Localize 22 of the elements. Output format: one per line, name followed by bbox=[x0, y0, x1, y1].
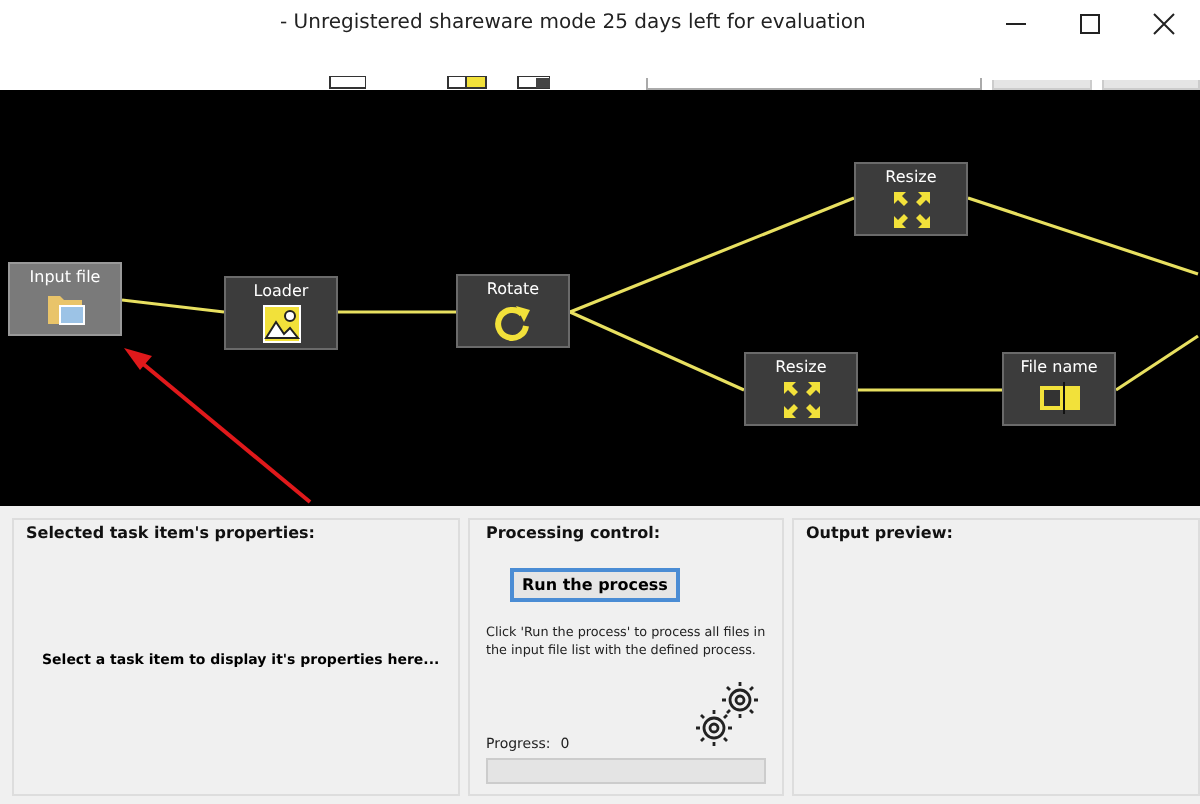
task-node[interactable]: Rotate bbox=[456, 274, 570, 348]
task-node[interactable]: Loader bbox=[224, 276, 338, 350]
panel-title: Selected task item's properties: bbox=[24, 522, 317, 546]
image-icon bbox=[261, 304, 301, 344]
input-field[interactable] bbox=[645, 78, 983, 90]
maximize-icon[interactable] bbox=[1078, 11, 1102, 35]
task-node[interactable]: Resize bbox=[854, 162, 968, 236]
panel-title: Processing control: bbox=[486, 522, 663, 546]
expand-arrows-icon bbox=[781, 380, 821, 420]
toolbar-icon[interactable] bbox=[445, 76, 488, 90]
task-node[interactable]: Resize bbox=[744, 352, 858, 426]
folder-image-icon bbox=[45, 290, 85, 326]
task-node[interactable]: File name bbox=[1002, 352, 1116, 426]
text-field-icon bbox=[1037, 380, 1081, 416]
rotate-icon bbox=[493, 302, 533, 342]
close-icon[interactable] bbox=[1152, 11, 1176, 35]
panel-title: Output preview: bbox=[804, 522, 955, 546]
run-button[interactable]: Run the process bbox=[510, 568, 680, 602]
expand-arrows-icon bbox=[891, 190, 931, 230]
task-node[interactable]: Input file bbox=[8, 262, 122, 336]
toolbar-icon[interactable] bbox=[515, 76, 550, 90]
window-title: - Unregistered shareware mode 25 days left for evaluation bbox=[280, 12, 866, 34]
